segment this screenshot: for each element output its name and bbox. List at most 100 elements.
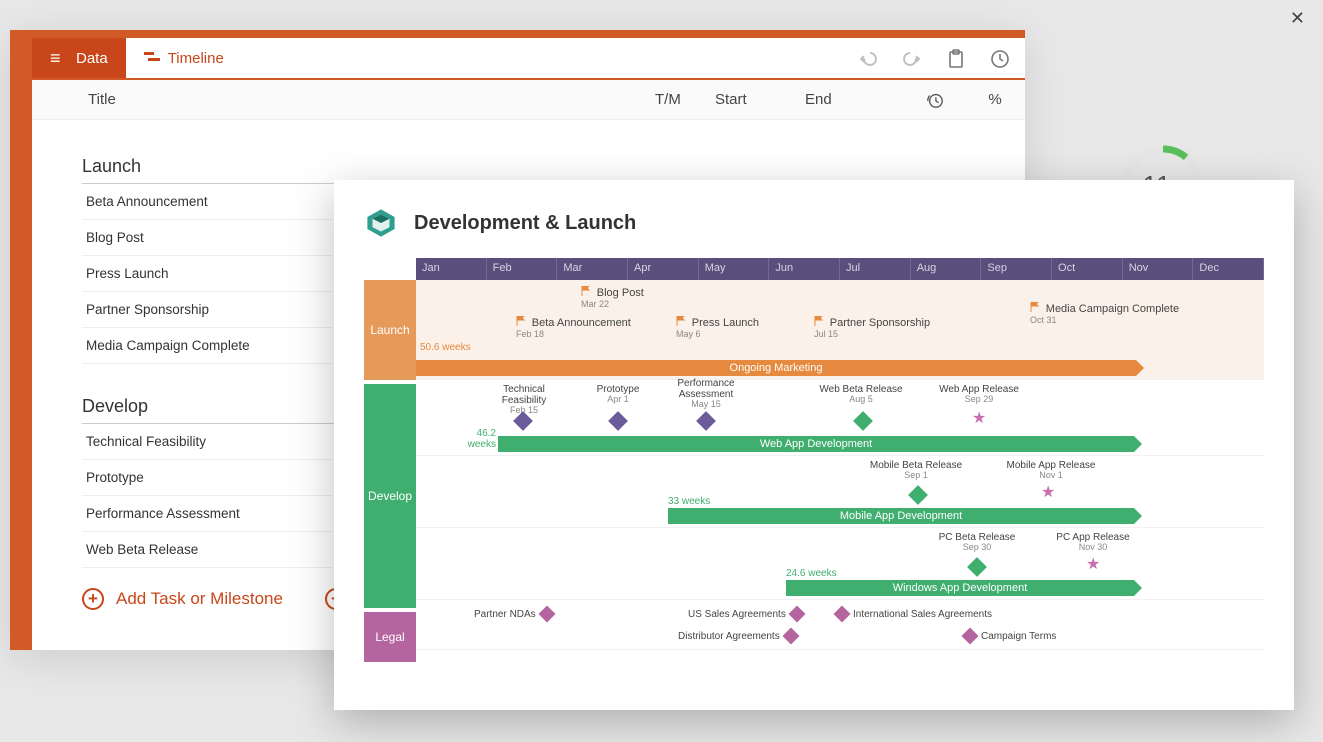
lane-dev-pc: PC Beta ReleaseSep 30 PC App ReleaseNov … <box>416 528 1264 600</box>
bar-mobile-dev: Mobile App Development <box>668 508 1134 524</box>
clipboard-button[interactable] <box>945 48 967 70</box>
bar-label: Windows App Development <box>893 582 1028 594</box>
weeks-launch: 50.6 weeks <box>420 342 471 353</box>
diamond-icon <box>967 557 987 577</box>
legal-intl: International Sales Agreements <box>836 608 992 620</box>
col-pct: % <box>965 91 1025 108</box>
legal-us-label: US Sales Agreements <box>688 609 786 620</box>
bar-label: Mobile App Development <box>840 510 962 522</box>
task-row[interactable]: Prototype <box>82 460 332 496</box>
tab-timeline[interactable]: Timeline <box>126 38 242 78</box>
star-icon: ★ <box>1086 558 1100 572</box>
task-row[interactable]: Performance Assessment <box>82 496 332 532</box>
flag-icon <box>1030 302 1040 312</box>
legal-us: US Sales Agreements <box>688 608 803 620</box>
month-cell: Jun <box>769 258 840 280</box>
month-cell: Aug <box>911 258 982 280</box>
ms-pcrel-d: Nov 30 <box>1048 543 1138 553</box>
ms-perf-d: May 15 <box>666 400 746 410</box>
flag-beta-date: Feb 18 <box>516 329 544 339</box>
timeline-preview: Development & Launch Launch Develop Lega… <box>334 180 1294 710</box>
month-cell: Nov <box>1123 258 1194 280</box>
bar-label: Ongoing Marketing <box>730 362 823 374</box>
timeline-icon <box>144 50 160 66</box>
lane-dev-web: Technical FeasibilityFeb 15 PrototypeApr… <box>416 380 1264 456</box>
month-header: Jan Feb Mar Apr May Jun Jul Aug Sep Oct … <box>416 258 1264 280</box>
col-start: Start <box>715 91 805 108</box>
close-icon[interactable]: ✕ <box>1290 8 1305 29</box>
history-button[interactable] <box>989 48 1011 70</box>
add-task-label[interactable]: Add Task or Milestone <box>116 589 283 609</box>
month-cell: May <box>699 258 770 280</box>
bar-pc-dev: Windows App Development <box>786 580 1134 596</box>
task-row[interactable]: Web Beta Release <box>82 532 332 568</box>
month-cell: Sep <box>981 258 1052 280</box>
flag-partner-title: Partner Sponsorship <box>830 317 930 329</box>
weeks-mobile: 33 weeks <box>668 496 710 507</box>
flag-icon <box>676 316 686 326</box>
flag-partner-date: Jul 15 <box>814 329 838 339</box>
flag-icon <box>814 316 824 326</box>
diamond-icon <box>788 606 805 623</box>
task-row[interactable]: Media Campaign Complete <box>82 328 332 364</box>
swimlane-develop: Develop <box>364 384 416 608</box>
month-cell: Jan <box>416 258 487 280</box>
tab-data[interactable]: Data <box>32 38 126 78</box>
lane-launch: Blog Post Mar 22 Beta Announcement Feb 1… <box>416 280 1264 380</box>
redo-button[interactable] <box>901 48 923 70</box>
lane-dev-mobile: Mobile Beta ReleaseSep 1 Mobile App Rele… <box>416 456 1264 528</box>
tab-bar: Data Timeline <box>32 38 1025 80</box>
task-row[interactable]: Blog Post <box>82 220 332 256</box>
swimlane-launch: Launch <box>364 280 416 380</box>
ms-mrel-d: Nov 1 <box>996 471 1106 481</box>
tab-timeline-label: Timeline <box>168 50 224 67</box>
col-tm: T/M <box>655 91 715 108</box>
legal-dist: Distributor Agreements <box>678 630 797 642</box>
app-logo-icon <box>364 206 398 240</box>
month-cell: Apr <box>628 258 699 280</box>
month-cell: Oct <box>1052 258 1123 280</box>
ms-perf-t: Performance Assessment <box>677 378 734 400</box>
tab-data-label: Data <box>76 50 108 67</box>
group-launch-title[interactable]: Launch <box>82 150 982 184</box>
legal-intl-label: International Sales Agreements <box>853 609 992 620</box>
task-row[interactable]: Beta Announcement <box>82 184 332 220</box>
lane-legal: Partner NDAs US Sales Agreements Interna… <box>416 600 1264 650</box>
task-row[interactable]: Technical Feasibility <box>82 424 332 460</box>
col-end: End <box>805 91 905 108</box>
month-cell: Mar <box>557 258 628 280</box>
weeks-web: 46.2 weeks <box>456 428 496 450</box>
weeks-pc: 24.6 weeks <box>786 568 837 579</box>
month-cell: Feb <box>487 258 558 280</box>
flag-press-date: May 6 <box>676 329 701 339</box>
flag-media-title: Media Campaign Complete <box>1046 303 1179 315</box>
diamond-icon <box>834 606 851 623</box>
ms-proto-d: Apr 1 <box>588 395 648 405</box>
flag-blog-title: Blog Post <box>597 287 644 299</box>
ms-mbeta-d: Sep 1 <box>866 471 966 481</box>
star-icon: ★ <box>1041 486 1055 500</box>
ms-webbeta-d: Aug 5 <box>816 395 906 405</box>
flag-media-date: Oct 31 <box>1030 315 1057 325</box>
diamond-icon <box>853 411 873 431</box>
ms-pcbeta-d: Sep 30 <box>932 543 1022 553</box>
accent-strip <box>10 38 32 650</box>
diamond-icon <box>908 485 928 505</box>
column-headers: Title T/M Start End % <box>32 80 1025 120</box>
star-icon: ★ <box>972 412 986 426</box>
flag-blog-date: Mar 22 <box>581 299 609 309</box>
diamond-icon <box>696 411 716 431</box>
diamond-icon <box>782 628 799 645</box>
task-row[interactable]: Press Launch <box>82 256 332 292</box>
bar-label: Web App Development <box>760 438 872 450</box>
legal-camp-label: Campaign Terms <box>981 631 1056 642</box>
ms-webrel-d: Sep 29 <box>934 395 1024 405</box>
swimlane-legal: Legal <box>364 612 416 662</box>
bar-ongoing-marketing: Ongoing Marketing <box>416 360 1136 376</box>
col-title: Title <box>32 91 655 108</box>
task-row[interactable]: Partner Sponsorship <box>82 292 332 328</box>
preview-title: Development & Launch <box>414 212 636 235</box>
undo-button[interactable] <box>857 48 879 70</box>
flag-press-title: Press Launch <box>692 317 759 329</box>
add-task-icon[interactable]: + <box>82 588 104 610</box>
